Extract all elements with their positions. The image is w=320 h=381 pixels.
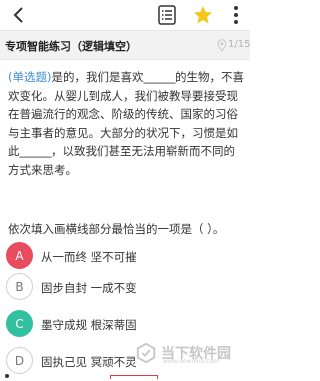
- more-vertical-icon[interactable]: [229, 4, 243, 26]
- star-icon[interactable]: [193, 5, 213, 25]
- watermark-url: www.downxia.com: [163, 358, 219, 365]
- question-text: (单选题)是的，我们是喜欢______的生物，不喜欢变化。从婴儿到成人，我们被教…: [8, 68, 244, 179]
- bottom-dot: [5, 374, 9, 378]
- option-a-text: 从一而终 坚不可摧: [41, 250, 137, 264]
- practice-header: 专项智能练习（逻辑填空） 1/15: [0, 30, 250, 60]
- blank-1: ______: [143, 70, 175, 84]
- option-b-letter: B: [6, 273, 33, 300]
- question-progress: 1/15: [228, 39, 251, 50]
- question-prompt: 依次填入画横线部分最恰当的一项是（ ）。: [8, 222, 225, 236]
- option-b[interactable]: B 固步自封 一成不变: [0, 270, 250, 306]
- option-c[interactable]: C 墨守成规 根深蒂固: [0, 307, 250, 343]
- option-c-text: 墨守成规 根深蒂固: [41, 318, 137, 332]
- highlight-box-edge: [110, 375, 158, 379]
- bottom-strip: [0, 374, 250, 381]
- location-pin-icon: [217, 39, 227, 52]
- option-d-text: 固执己见 冥顽不灵: [41, 355, 137, 369]
- back-chevron-icon[interactable]: [10, 6, 28, 24]
- watermark-logo-icon: [136, 342, 156, 364]
- question-segment-1: 是的，我们是喜欢: [51, 70, 144, 84]
- option-c-letter: C: [6, 310, 33, 337]
- top-bar: [0, 0, 250, 30]
- question-list-icon[interactable]: [158, 5, 176, 25]
- option-b-text: 固步自封 一成不变: [41, 281, 137, 295]
- option-a-letter: A: [6, 242, 33, 269]
- option-d-letter: D: [6, 347, 33, 374]
- question-type-label: (单选题): [8, 70, 52, 84]
- blank-2: ______: [19, 144, 52, 158]
- watermark: 当下软件园 www.downxia.com: [135, 340, 247, 366]
- practice-title: 专项智能练习（逻辑填空）: [5, 40, 137, 53]
